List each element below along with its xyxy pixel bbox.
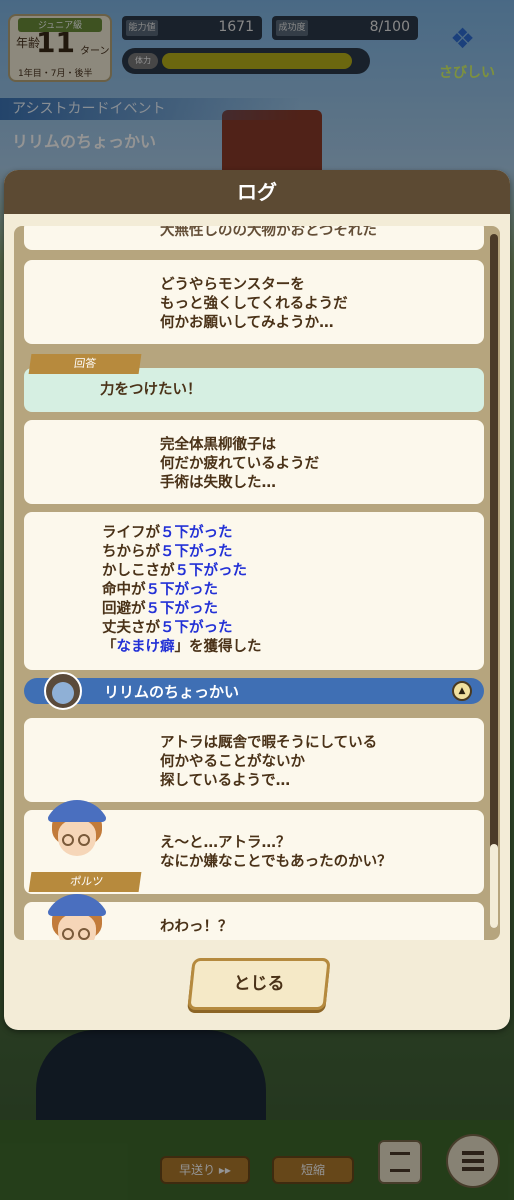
result-line: 丈夫さが５下がった [102,620,233,636]
poltz-avatar [44,894,110,940]
dialog-title: ログ [237,180,277,204]
log-scroll-area[interactable]: 大無性しのの大物かおとつそれた どうやらモンスターを もっと強くしてくれるようだ… [14,226,500,940]
log-card-narration: 完全体黒柳徹子は 何だか疲れているようだ 手術は失敗した… [24,420,484,504]
result-line: ライフが５下がった [102,525,233,541]
card-line: え〜と…アトラ…？ [160,835,291,851]
close-label: とじる [233,974,285,994]
card-line: 探しているようで… [160,773,291,789]
log-card-results: ライフが５下がった ちからが５下がった かしこさが５下がった 命中が５下がった … [24,512,484,670]
card-line: どうやらモンスターを [160,277,305,293]
speaker-name: ポルツ [28,872,142,892]
dialog-header: ログ [4,170,510,214]
card-line: アトラは厩舎で暇そうにしている [160,735,378,751]
result-line: 命中が５下がった [102,582,218,598]
chapter-title: リリムのちょっかい [104,683,240,701]
card-line: 何かやることがないか [160,754,305,770]
log-dialog: ログ 大無性しのの大物かおとつそれた どうやらモンスターを もっと強くしてくれる… [4,170,510,1030]
lilim-avatar [44,672,82,710]
card-line: もっと強くしてくれるようだ [160,296,348,312]
card-line: わわっ！？ [160,919,233,935]
log-card-answer: 力をつけたい！ [24,368,484,412]
card-line: なにか嫌なことでもあったのかい？ [160,854,392,870]
chapter-bar[interactable]: リリムのちょっかい ▲ [24,678,484,704]
answer-text: 力をつけたい！ [100,382,202,398]
poltz-avatar [44,800,110,866]
log-card-narration: アトラは厩舎で暇そうにしている 何かやることがないか 探しているようで… [24,718,484,802]
card-line: 手術は失敗した… [160,475,276,491]
scrollbar-track[interactable] [490,234,498,928]
card-line: 何だか疲れているようだ [160,456,320,472]
card-line: 何かお願いしてみようか… [160,315,334,331]
scrollbar-thumb[interactable] [490,844,498,928]
card-line: 完全体黒柳徹子は [160,437,276,453]
collapse-icon[interactable]: ▲ [452,681,472,701]
result-line: かしこさが５下がった [102,563,247,579]
log-card-partial: 大無性しのの大物かおとつそれた [24,226,484,250]
result-line: 「なまけ癖」を獲得した [102,639,262,655]
log-card-narration: どうやらモンスターを もっと強くしてくれるようだ 何かお願いしてみようか… [24,260,484,344]
result-line: ちからが５下がった [102,544,233,560]
result-line: 回避が５下がった [102,601,218,617]
answer-tag: 回答 [28,354,142,374]
partial-text: 大無性しのの大物かおとつそれた [160,226,377,239]
close-button[interactable]: とじる [187,958,331,1010]
